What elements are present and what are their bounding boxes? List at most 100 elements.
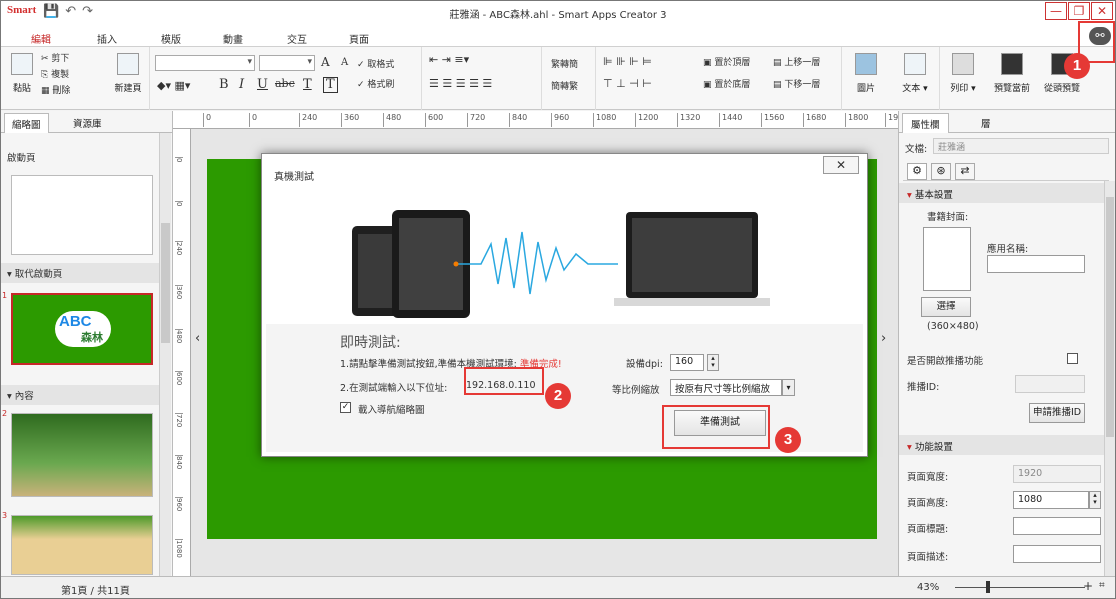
text-box-icon[interactable]: T [323,77,338,93]
image-icon [855,53,877,75]
dialog-close-button[interactable]: ✕ [823,156,859,174]
printer-icon [952,53,974,75]
page-desc-label: 頁面描述: [907,552,949,563]
distribute-icons[interactable]: ⊫ ⊪ ⊩ ⊨ [603,55,652,68]
slide-thumbnail-1[interactable]: ABC 森林 [11,293,153,365]
prev-page-icon[interactable]: ‹ [195,331,200,346]
strike-button[interactable]: abc [275,77,295,90]
horizontal-ruler: 0 0 240 360 480 600 720 840 960 1080 120… [173,111,908,129]
page-height-stepper[interactable]: ▴ ▾ [1089,491,1101,509]
right-scrollbar[interactable] [1104,181,1115,576]
paste-button[interactable]: 黏貼 [7,53,37,94]
new-page-button[interactable]: 新建頁 [111,53,145,94]
apply-push-id-button[interactable]: 申請推播ID [1029,403,1085,423]
load-nav-label: 載入導航縮略圖 [358,405,425,416]
next-page-icon[interactable]: › [881,331,886,346]
page-height-input[interactable]: 1080 [1013,491,1089,509]
tab-interaction[interactable]: 交互 [287,31,307,46]
maximize-button[interactable]: ❐ [1068,2,1090,20]
dialog-body: 即時測試: 1.請點擊準備測試按鈕,準備本機測試環境: 準備完成! 2.在測試端… [266,184,863,452]
load-nav-checkbox[interactable]: ✓ [340,402,351,413]
page-height-label: 頁面高度: [907,498,949,509]
page-info: 第1頁 / 共11頁 [61,586,130,597]
zoom-in-icon[interactable]: + [1083,579,1093,593]
zoom-slider[interactable] [955,587,1085,588]
text-button[interactable]: 文本 ▾ [895,53,935,94]
start-page-thumbnail[interactable] [11,175,153,255]
bold-button[interactable]: B [219,77,229,92]
device-test-dialog: 真機測試 ✕ 即時測試: 1.請點擊準備測試按鈕,準備本機測試環境: 準備完成!… [261,153,868,457]
tab-template[interactable]: 模版 [161,31,181,46]
format-painter-button[interactable]: ✓ 格式刷 [357,77,394,90]
title-bar: Smart 💾 ↶ ↷ 莊雅涵 - ABC森林.ahl - Smart Apps… [1,1,1115,25]
grow-font-button[interactable]: A [321,55,330,69]
menu-tabs: 編輯 插入 模版 動畫 交互 頁面 ⚯ [1,25,1115,51]
italic-button[interactable]: I [239,77,244,92]
tab-layers[interactable]: 層 [981,116,991,130]
delete-button[interactable]: ▦ 刪除 [41,83,70,96]
tab-thumbnails[interactable]: 縮略圖 [4,113,49,133]
page-title-input[interactable] [1013,517,1101,535]
align-icons[interactable]: ☰ ☰ ☰ ☰ ☰ [429,77,492,90]
image-button[interactable]: 圖片 [851,53,881,94]
page-desc-input[interactable] [1013,545,1101,563]
thumbnail-panel: 縮略圖 資源庫 啟動頁 ▾ 取代啟動頁 1 ABC 森林 ▾ 內容 2 3 [1,111,173,576]
tab-page[interactable]: 頁面 [349,31,369,46]
doc-name-field: 莊雅涵 [933,138,1109,154]
fill-color-button[interactable]: ◆▾ ▦▾ [157,79,190,92]
scale-select[interactable]: 按原有尺寸等比例縮放 [670,379,782,396]
live-test-heading: 即時測試: [340,335,401,351]
dpi-stepper[interactable]: ▴ ▾ [707,354,719,371]
zoom-slider-handle[interactable] [986,581,990,593]
left-scrollbar[interactable] [159,133,171,576]
move-up-button[interactable]: ▤ 上移一層 [773,55,820,68]
dpi-input[interactable]: 160 [670,354,704,371]
enable-push-label: 是否開啟推播功能 [907,356,984,367]
slide-thumbnail-2[interactable] [11,413,153,497]
tab-properties[interactable]: 屬性欄 [902,113,949,133]
slide-thumbnail-3[interactable] [11,515,153,575]
book-cover-preview [923,227,971,291]
send-bottom-button[interactable]: ▣ 置於底層 [703,77,750,90]
trad-simp-button[interactable]: 繁轉簡 [551,57,578,70]
tab-insert[interactable]: 插入 [97,31,117,46]
print-button[interactable]: 列印 ▾ [943,53,983,94]
bring-top-button[interactable]: ▣ 置於頂層 [703,55,750,68]
slide-number: 3 [2,511,8,520]
annotation-badge-3: 3 [775,427,801,453]
basic-settings-header[interactable]: ▾ 基本設置 [899,183,1104,203]
simp-trad-button[interactable]: 簡轉繁 [551,79,578,92]
preview-current-button[interactable]: 預覽當前 [989,53,1035,94]
minimize-button[interactable]: — [1045,2,1067,20]
enable-push-checkbox[interactable] [1067,353,1078,364]
text-color-button[interactable]: T [303,77,312,92]
font-size-select[interactable] [259,55,315,71]
align-object-icons[interactable]: ⊤ ⊥ ⊣ ⊢ [603,77,652,90]
underline-button[interactable]: U [257,77,268,92]
window-title: 莊雅涵 - ABC森林.ahl - Smart Apps Creator 3 [449,10,667,21]
move-down-button[interactable]: ▤ 下移一層 [773,77,820,90]
function-settings-header[interactable]: ▾ 功能設置 [899,435,1104,455]
clear-format-button[interactable]: ✓ 取格式 [357,57,394,70]
close-button[interactable]: ✕ [1091,2,1113,20]
tab-resources[interactable]: 資源庫 [73,116,102,130]
copy-button[interactable]: ⎘ 複製 [41,67,69,80]
fit-screen-icon[interactable]: ⌗ [1099,580,1105,591]
abc-forest-logo: ABC 森林 [55,311,111,347]
select-cover-button[interactable]: 選擇 [921,297,971,317]
swap-icon[interactable]: ⇄ [955,163,975,180]
gear-icon[interactable]: ⚙ [907,163,927,180]
font-name-select[interactable] [155,55,255,71]
shrink-font-button[interactable]: A [341,57,348,68]
cut-button[interactable]: ✂ 剪下 [41,51,69,64]
chevron-down-icon[interactable]: ▾ [782,379,795,396]
tab-animation[interactable]: 動畫 [223,31,243,46]
tab-edit[interactable]: 編輯 [25,31,57,51]
alt-start-page-header[interactable]: ▾ 取代啟動頁 [1,263,159,283]
settings-wheel-icon[interactable]: ⊛ [931,163,951,180]
push-id-label: 推播ID: [907,382,940,393]
content-header[interactable]: ▾ 內容 [1,385,159,405]
zoom-level: 43% [917,582,940,593]
app-name-input[interactable] [987,255,1085,273]
indent-icons[interactable]: ⇤ ⇥ ≡▾ [429,53,469,66]
